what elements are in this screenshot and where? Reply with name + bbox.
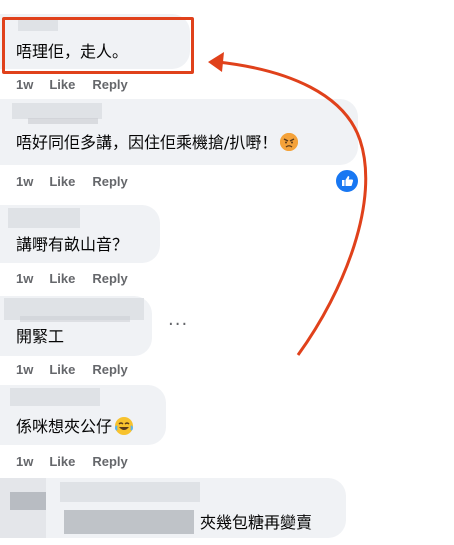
timestamp: 1w xyxy=(16,362,34,377)
comment-actions-4: 1w Like Reply xyxy=(16,362,145,377)
more-options-icon[interactable]: ··· xyxy=(168,314,188,335)
comment-text-5: 係咪想夾公仔 xyxy=(16,417,134,437)
blurred-username xyxy=(8,208,80,228)
comment-text-2: 唔好同佢多講，因住佢乘機搶/扒嘢！ xyxy=(16,133,299,153)
comment-actions-1: 1w Like Reply xyxy=(16,77,145,92)
comment-text-5-content: 係咪想夾公仔 xyxy=(16,417,113,436)
blurred-username xyxy=(28,118,98,124)
comment-actions-5: 1w Like Reply xyxy=(16,454,145,469)
comment-text-6: 夾幾包糖再變賣 xyxy=(200,513,313,532)
blurred-username xyxy=(60,482,200,502)
reply-link[interactable]: Reply xyxy=(92,362,127,377)
laughing-tears-emoji xyxy=(115,417,134,435)
timestamp: 1w xyxy=(16,454,34,469)
blurred-username xyxy=(10,492,46,510)
timestamp: 1w xyxy=(16,77,34,92)
timestamp: 1w xyxy=(16,271,34,286)
reply-link[interactable]: Reply xyxy=(92,271,127,286)
blurred-username xyxy=(10,388,100,406)
like-link[interactable]: Like xyxy=(49,454,75,469)
like-reaction-badge[interactable] xyxy=(334,168,360,194)
comment-text-4: 開緊工 xyxy=(16,327,65,346)
blurred-text xyxy=(64,510,194,534)
angry-face-emoji xyxy=(280,133,299,151)
like-link[interactable]: Like xyxy=(49,174,75,189)
comment-text-3: 講嘢有畝山音？ xyxy=(16,235,129,254)
blurred-username xyxy=(20,316,130,322)
comment-actions-3: 1w Like Reply xyxy=(16,271,145,286)
annotation-highlight-box xyxy=(2,17,194,74)
timestamp: 1w xyxy=(16,174,34,189)
comment-actions-2: 1w Like Reply xyxy=(16,174,145,189)
reply-link[interactable]: Reply xyxy=(92,77,127,92)
blurred-username xyxy=(12,103,102,119)
like-link[interactable]: Like xyxy=(49,271,75,286)
like-link[interactable]: Like xyxy=(49,77,75,92)
like-link[interactable]: Like xyxy=(49,362,75,377)
reply-link[interactable]: Reply xyxy=(92,174,127,189)
comment-text-2-content: 唔好同佢多講，因住佢乘機搶/扒嘢！ xyxy=(16,133,278,152)
reply-link[interactable]: Reply xyxy=(92,454,127,469)
